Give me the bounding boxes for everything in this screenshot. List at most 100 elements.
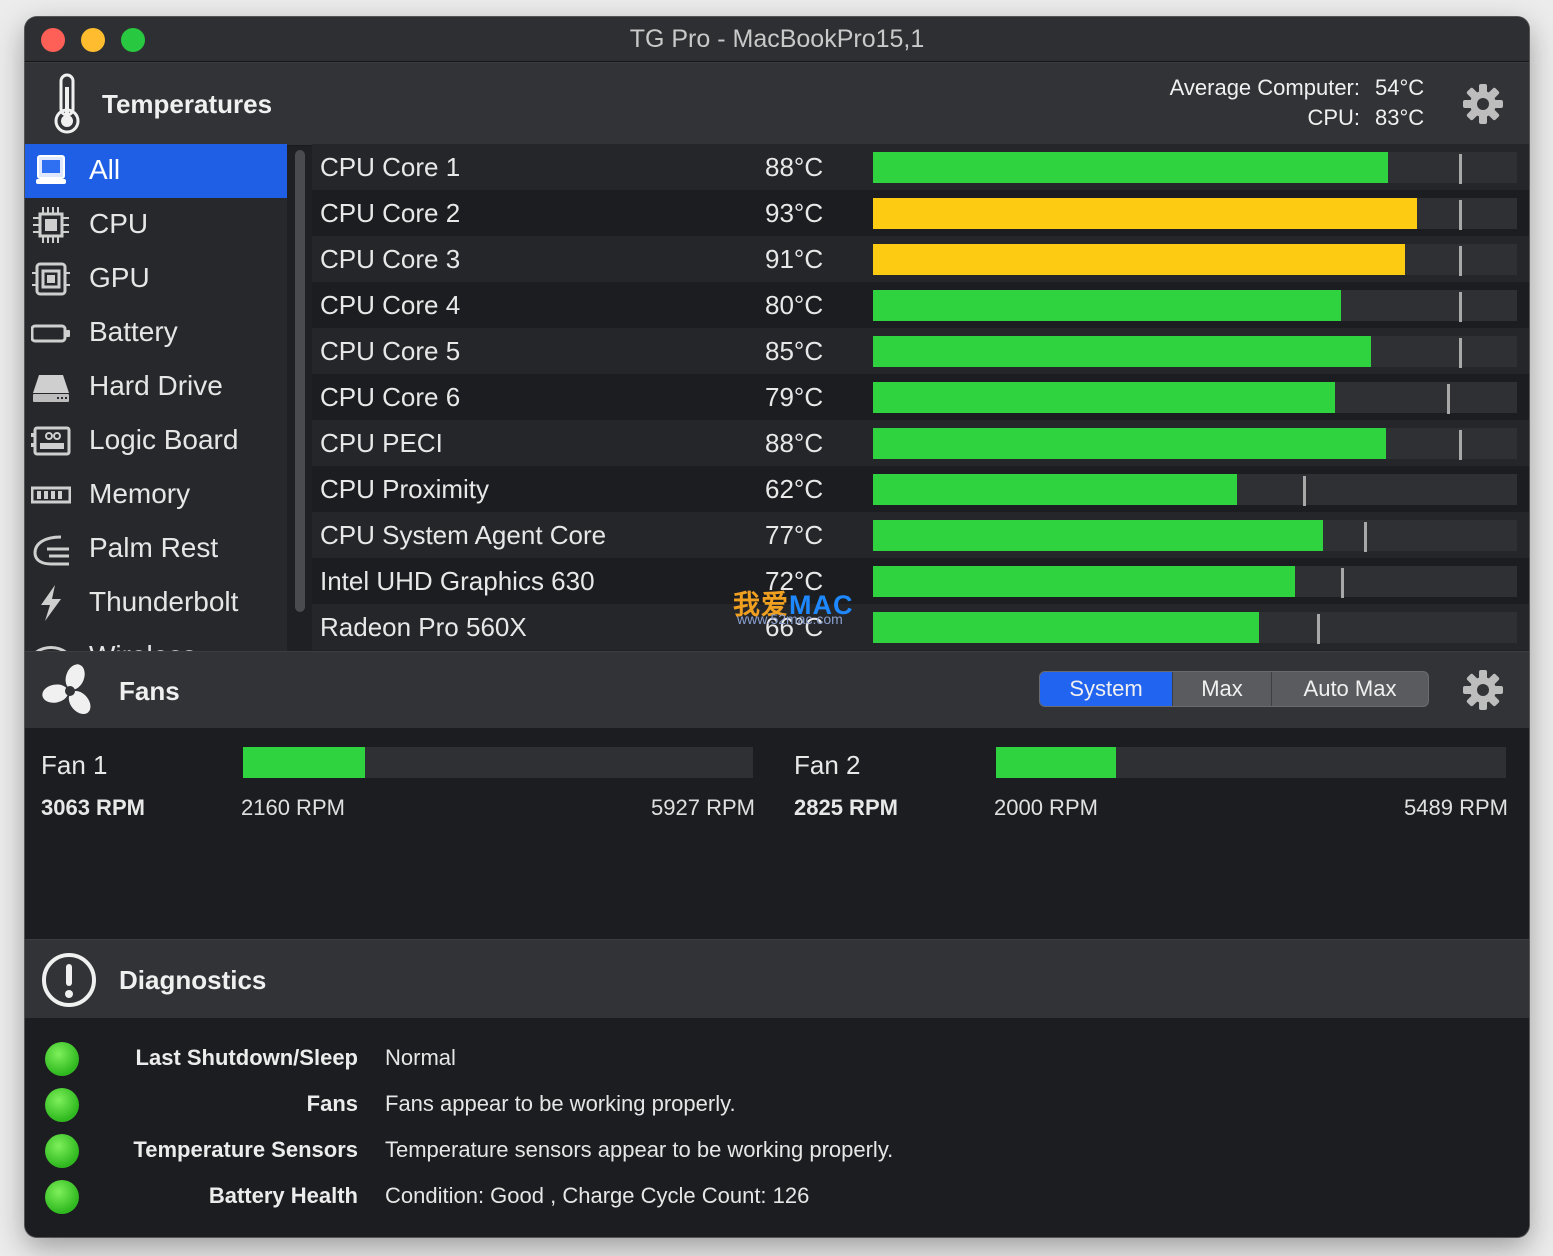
sensor-temperature-fill xyxy=(873,244,1405,275)
sensor-row[interactable]: CPU Core 3 91°C xyxy=(312,236,1529,282)
sensor-temperature-fill xyxy=(873,382,1335,413)
sensor-row[interactable]: Radeon Pro 560X 66°C xyxy=(312,604,1529,650)
fan-mode-segmented-control: System Max Auto Max xyxy=(1039,671,1429,707)
average-computer-label: Average Computer: xyxy=(1169,75,1360,100)
hard-drive-icon xyxy=(33,375,69,402)
fan-min-rpm: 2000 RPM xyxy=(994,795,1098,820)
sidebar-item-label: Wireless xyxy=(89,640,196,651)
diagnostic-value: Condition: Good , Charge Cycle Count: 12… xyxy=(385,1183,810,1208)
sensor-temperature-bar xyxy=(873,566,1517,598)
fans-settings-gear-icon[interactable] xyxy=(1462,669,1504,711)
sensor-temperature: 91°C xyxy=(765,244,824,274)
sidebar-item-memory[interactable]: Memory xyxy=(25,468,287,522)
diagnostic-row-battery-health: Battery Health Condition: Good , Charge … xyxy=(25,1174,1529,1220)
sensor-temperature-bar xyxy=(873,152,1517,184)
sensor-name: CPU Core 1 xyxy=(320,152,461,182)
sensor-name: CPU Core 2 xyxy=(320,198,461,228)
diagnostic-value: Temperature sensors appear to be working… xyxy=(385,1137,894,1162)
sidebar-scrollbar[interactable] xyxy=(295,150,305,612)
sensor-temperature-fill xyxy=(873,520,1323,551)
cpu-average-label: CPU: xyxy=(1307,105,1360,130)
fan-current-rpm: 3063 RPM xyxy=(41,795,145,820)
sensor-row[interactable]: CPU Proximity 62°C xyxy=(312,466,1529,512)
sensor-temperature-fill xyxy=(873,474,1237,505)
sensor-max-marker xyxy=(1303,476,1306,506)
sidebar-item-all[interactable]: All xyxy=(25,144,287,198)
sensor-row[interactable]: Intel UHD Graphics 630 72°C xyxy=(312,558,1529,604)
fan-max-rpm: 5489 RPM xyxy=(1404,795,1508,820)
fan-mode-system-button[interactable]: System xyxy=(1040,672,1172,706)
temperatures-header: Temperatures Average Computer: 54°C CPU:… xyxy=(25,62,1529,146)
sensor-temperature-fill xyxy=(873,290,1341,321)
fan-speed-bar xyxy=(996,747,1506,778)
sidebar-item-label: Battery xyxy=(89,316,178,347)
sensor-row[interactable]: CPU Core 2 93°C xyxy=(312,190,1529,236)
chip-icon xyxy=(33,207,69,243)
sidebar-item-label: All xyxy=(89,154,121,185)
sensor-temperature-fill xyxy=(873,428,1386,459)
sensor-temperature-bar xyxy=(873,382,1517,414)
sidebar-item-label: Palm Rest xyxy=(89,532,219,563)
sidebar-item-battery[interactable]: Battery xyxy=(25,306,287,360)
fan-name: Fan 2 xyxy=(794,750,861,780)
sensor-row[interactable]: CPU PECI 88°C xyxy=(312,420,1529,466)
gpu-icon xyxy=(32,262,70,296)
diagnostic-row-last-shutdown: Last Shutdown/Sleep Normal xyxy=(25,1036,1529,1082)
sensor-row[interactable]: CPU Core 5 85°C xyxy=(312,328,1529,374)
sidebar-item-label: GPU xyxy=(89,262,150,293)
sensor-name: CPU Core 5 xyxy=(320,336,461,366)
diagnostic-value: Fans appear to be working properly. xyxy=(385,1091,736,1116)
fan-mode-max-button[interactable]: Max xyxy=(1173,672,1271,706)
watermark-url: www.52mac.com xyxy=(737,611,843,627)
wireless-icon xyxy=(35,646,67,651)
sidebar-item-palm-rest[interactable]: Palm Rest xyxy=(25,522,287,576)
app-window: TG Pro - MacBookPro15,1 Temperatures Ave… xyxy=(25,17,1529,1237)
sensor-max-marker xyxy=(1459,200,1462,230)
fan-speed-fill xyxy=(243,747,365,778)
memory-icon xyxy=(31,486,71,504)
exclamation-circle-icon xyxy=(42,953,96,1007)
fan-mode-auto-max-button[interactable]: Auto Max xyxy=(1272,672,1428,706)
sensor-row[interactable]: CPU System Agent Core 77°C xyxy=(312,512,1529,558)
diagnostics-header: Diagnostics xyxy=(25,939,1529,1019)
fan-min-rpm: 2160 RPM xyxy=(241,795,345,820)
sensor-row[interactable]: CPU Core 1 88°C xyxy=(312,144,1529,190)
sensor-name: Intel UHD Graphics 630 xyxy=(320,566,595,596)
diagnostic-row-temperature-sensors: Temperature Sensors Temperature sensors … xyxy=(25,1128,1529,1174)
diagnostic-row-fans: Fans Fans appear to be working properly. xyxy=(25,1082,1529,1128)
sensor-max-marker xyxy=(1447,384,1450,414)
title-bar: TG Pro - MacBookPro15,1 xyxy=(25,17,1529,62)
sidebar-item-gpu[interactable]: GPU xyxy=(25,252,287,306)
sensor-max-marker xyxy=(1341,568,1344,598)
sidebar-item-thunderbolt[interactable]: Thunderbolt xyxy=(25,576,287,630)
temperatures-settings-gear-icon[interactable] xyxy=(1462,83,1504,125)
logic-board-icon xyxy=(31,426,71,456)
sensor-temperature-bar xyxy=(873,244,1517,276)
sensor-max-marker xyxy=(1459,292,1462,322)
sidebar-item-cpu[interactable]: CPU xyxy=(25,198,287,252)
diagnostic-label: Battery Health xyxy=(208,1183,358,1208)
sensor-category-sidebar: All CPU GPU Battery Hard Drive Logic Boa… xyxy=(25,144,287,651)
fans-header: Fans System Max Auto Max xyxy=(25,651,1529,729)
sensor-temperature-bar xyxy=(873,474,1517,506)
cpu-average-value: 83°C xyxy=(1375,105,1425,130)
sensor-row[interactable]: CPU Core 4 80°C xyxy=(312,282,1529,328)
diagnostic-label: Fans xyxy=(306,1091,358,1116)
sidebar-item-label: Thunderbolt xyxy=(89,586,239,617)
thunderbolt-icon xyxy=(41,585,61,621)
fan-speed-bar xyxy=(243,747,753,778)
sidebar-item-label: Memory xyxy=(89,478,191,509)
sidebar-item-wireless[interactable]: Wireless xyxy=(25,630,287,651)
sensor-temperature-bar xyxy=(873,198,1517,230)
sensor-max-marker xyxy=(1317,614,1320,644)
sensor-temperature-fill xyxy=(873,198,1417,229)
sensor-name: CPU Core 6 xyxy=(320,382,461,412)
sidebar-item-hard-drive[interactable]: Hard Drive xyxy=(25,360,287,414)
diagnostic-label: Temperature Sensors xyxy=(133,1137,358,1162)
sensor-row[interactable]: CPU Core 6 79°C xyxy=(312,374,1529,420)
sidebar-item-logic-board[interactable]: Logic Board xyxy=(25,414,287,468)
sidebar-item-label: CPU xyxy=(89,208,149,239)
sensor-temperature-fill xyxy=(873,336,1371,367)
sensor-temperature-bar xyxy=(873,336,1517,368)
temperatures-title: Temperatures xyxy=(102,89,273,119)
